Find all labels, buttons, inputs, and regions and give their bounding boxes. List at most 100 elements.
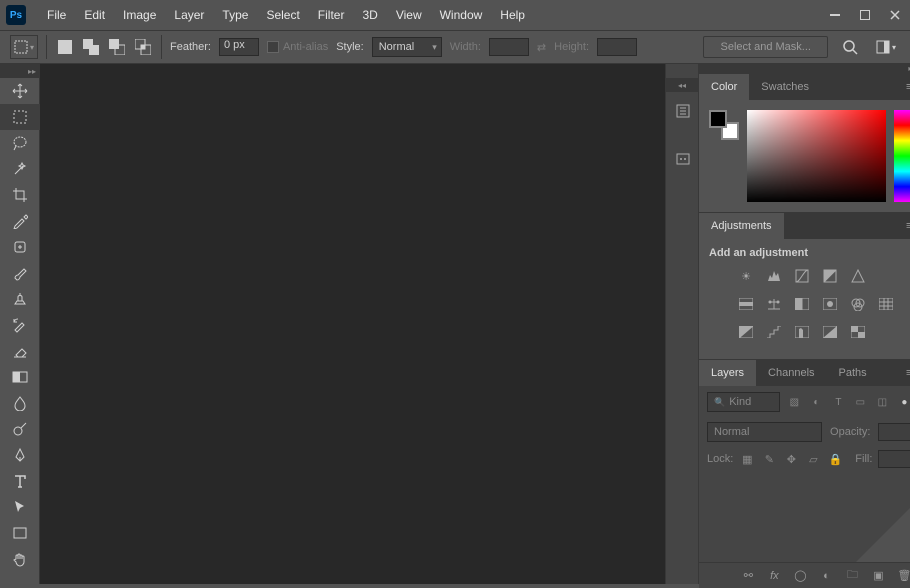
new-adjustment-icon[interactable]: ◐ [818, 570, 834, 582]
gradient-map-icon[interactable] [821, 323, 839, 341]
filter-adjust-icon[interactable]: ◐ [808, 394, 824, 410]
tab-color[interactable]: Color [699, 74, 749, 100]
menu-3d[interactable]: 3D [353, 2, 386, 28]
curves-icon[interactable] [793, 267, 811, 285]
type-tool[interactable] [0, 468, 40, 494]
filter-shape-icon[interactable]: ▭ [852, 394, 868, 410]
blend-mode-select[interactable]: Normal [707, 422, 822, 442]
filter-pixel-icon[interactable]: ▧ [786, 394, 802, 410]
close-button[interactable] [880, 0, 910, 30]
opacity-input[interactable] [878, 423, 910, 441]
delete-layer-icon[interactable]: 🗑 [896, 569, 910, 582]
exposure-icon[interactable] [821, 267, 839, 285]
gradient-tool[interactable] [0, 364, 40, 390]
menu-file[interactable]: File [38, 2, 75, 28]
eraser-tool[interactable] [0, 338, 40, 364]
canvas-area[interactable] [40, 64, 665, 584]
levels-icon[interactable] [765, 267, 783, 285]
dodge-tool[interactable] [0, 416, 40, 442]
properties-dock-icon[interactable] [666, 144, 700, 174]
style-select[interactable]: Normal [372, 37, 442, 57]
brightness-contrast-icon[interactable]: ☀ [737, 267, 755, 285]
tool-preset-picker[interactable]: ▾ [10, 35, 38, 59]
menu-select[interactable]: Select [257, 2, 308, 28]
threshold-icon[interactable] [793, 323, 811, 341]
posterize-icon[interactable] [765, 323, 783, 341]
crop-tool[interactable] [0, 182, 40, 208]
menu-window[interactable]: Window [431, 2, 492, 28]
color-balance-icon[interactable] [765, 295, 783, 313]
mode-subtract-icon[interactable] [107, 37, 127, 57]
tab-layers[interactable]: Layers [699, 360, 756, 386]
tab-swatches[interactable]: Swatches [749, 74, 821, 100]
panel-menu-icon[interactable]: ≡ [898, 74, 910, 100]
filter-toggle-icon[interactable]: ● [896, 394, 910, 410]
lock-transparent-icon[interactable]: ▦ [739, 451, 755, 467]
color-field[interactable] [747, 110, 886, 202]
clone-stamp-tool[interactable] [0, 286, 40, 312]
menu-edit[interactable]: Edit [75, 2, 114, 28]
foreground-background-swatch[interactable] [709, 110, 739, 140]
search-icon[interactable] [836, 39, 864, 55]
invert-icon[interactable] [737, 323, 755, 341]
panel-menu-icon[interactable]: ≡ [898, 213, 910, 239]
channel-mixer-icon[interactable] [849, 295, 867, 313]
add-mask-icon[interactable]: ◯ [792, 569, 808, 582]
maximize-button[interactable] [850, 0, 880, 30]
lock-image-icon[interactable]: ✎ [761, 451, 777, 467]
expand-tools-icon[interactable]: ▸▸ [0, 64, 40, 78]
history-brush-tool[interactable] [0, 312, 40, 338]
move-tool[interactable] [0, 78, 40, 104]
rectangle-tool[interactable] [0, 520, 40, 546]
new-layer-icon[interactable]: ▣ [870, 569, 886, 582]
vibrance-icon[interactable] [849, 267, 867, 285]
hue-slider[interactable] [894, 110, 910, 202]
layers-list[interactable] [699, 472, 910, 562]
mode-new-icon[interactable] [55, 37, 75, 57]
photo-filter-icon[interactable] [821, 295, 839, 313]
foreground-color-swatch[interactable] [709, 110, 727, 128]
blur-tool[interactable] [0, 390, 40, 416]
workspace-switcher[interactable]: ▾ [872, 40, 900, 54]
filter-smart-icon[interactable]: ◫ [874, 394, 890, 410]
eyedropper-tool[interactable] [0, 208, 40, 234]
mode-add-icon[interactable] [81, 37, 101, 57]
magic-wand-tool[interactable] [0, 156, 40, 182]
layer-filter-select[interactable]: Kind [707, 392, 780, 412]
feather-input[interactable]: 0 px [219, 38, 259, 56]
marquee-tool[interactable] [0, 104, 40, 130]
pen-tool[interactable] [0, 442, 40, 468]
hand-tool[interactable] [0, 546, 40, 572]
mode-intersect-icon[interactable] [133, 37, 153, 57]
brush-tool[interactable] [0, 260, 40, 286]
history-dock-icon[interactable] [666, 96, 700, 126]
tab-adjustments[interactable]: Adjustments [699, 213, 784, 239]
selective-color-icon[interactable] [849, 323, 867, 341]
menu-type[interactable]: Type [213, 2, 257, 28]
lock-artboard-icon[interactable]: ▱ [805, 451, 821, 467]
lasso-tool[interactable] [0, 130, 40, 156]
menu-view[interactable]: View [387, 2, 431, 28]
link-layers-icon[interactable]: ⚯ [740, 569, 756, 582]
lock-position-icon[interactable]: ✥ [783, 451, 799, 467]
path-selection-tool[interactable] [0, 494, 40, 520]
menu-image[interactable]: Image [114, 2, 165, 28]
tab-paths[interactable]: Paths [827, 360, 879, 386]
minimize-button[interactable] [820, 0, 850, 30]
select-and-mask-button[interactable]: Select and Mask... [703, 36, 828, 58]
healing-brush-tool[interactable] [0, 234, 40, 260]
expand-dock-icon[interactable]: ◂◂ [666, 78, 698, 92]
menu-help[interactable]: Help [491, 2, 534, 28]
hue-sat-icon[interactable] [737, 295, 755, 313]
new-group-icon[interactable]: 🗀 [844, 566, 860, 585]
layer-fx-icon[interactable]: fx [766, 570, 782, 582]
fill-input[interactable] [878, 450, 910, 468]
lock-all-icon[interactable]: 🔒 [827, 451, 843, 467]
panel-menu-icon[interactable]: ≡ [898, 360, 910, 386]
filter-type-icon[interactable]: T [830, 394, 846, 410]
black-white-icon[interactable] [793, 295, 811, 313]
expand-panels-icon[interactable]: ▸▸ [699, 64, 910, 73]
color-lookup-icon[interactable] [877, 295, 895, 313]
tab-channels[interactable]: Channels [756, 360, 826, 386]
menu-filter[interactable]: Filter [309, 2, 354, 28]
